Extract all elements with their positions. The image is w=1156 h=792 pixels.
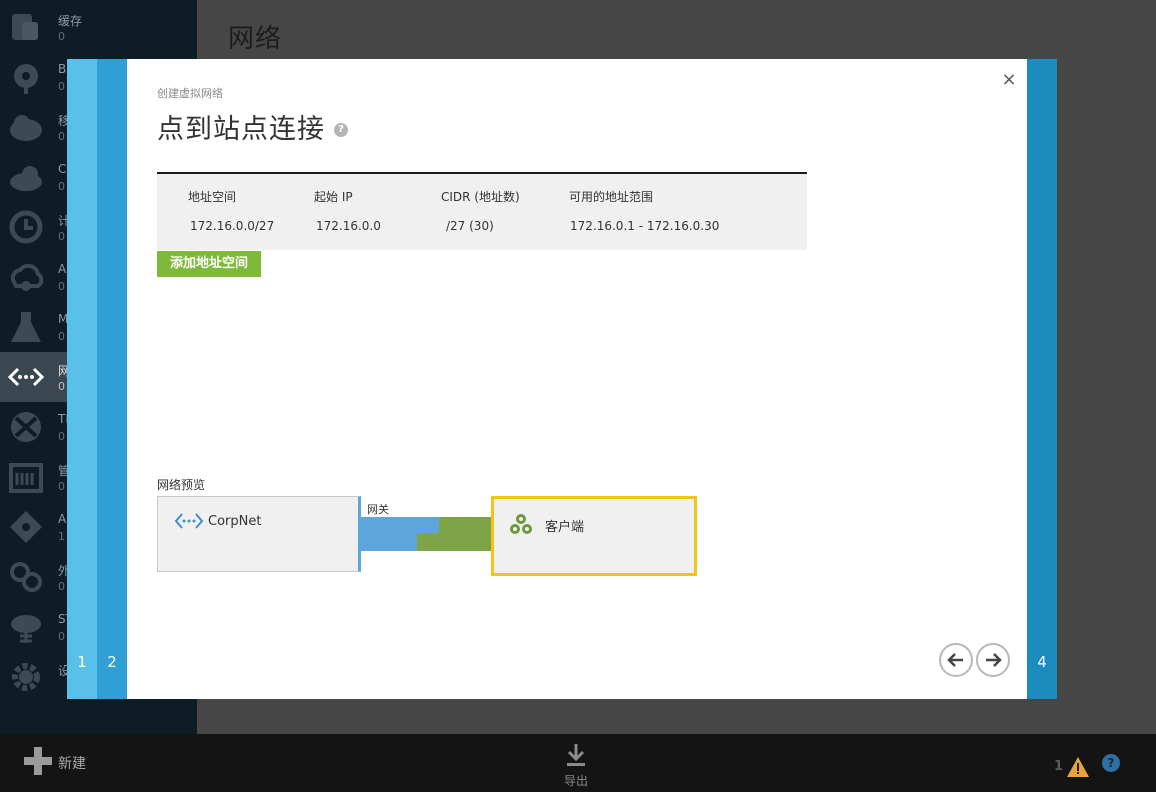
sidebar-item-count: 0 — [58, 430, 65, 443]
arrow-right-icon — [986, 653, 1002, 667]
step-number: 2 — [107, 653, 117, 671]
network-preview-label: 网络预览 — [157, 478, 206, 492]
sidebar-item-count: 0 — [58, 380, 65, 393]
network-preview-box: CorpNet — [157, 496, 361, 572]
sidebar-item-cache[interactable]: 缓存 0 — [0, 2, 197, 52]
network-icon — [8, 367, 44, 387]
help-button[interactable]: ? — [1102, 754, 1120, 772]
mobile-cloud-icon — [10, 115, 42, 141]
settings-icon — [12, 663, 40, 691]
address-space-value[interactable]: 172.16.0.0/27 — [190, 219, 274, 233]
network-name: CorpNet — [208, 514, 262, 529]
sidebar-item-count: 0 — [58, 330, 65, 343]
sidebar-item-count: 0 — [58, 230, 65, 243]
column-header-address-space: 地址空间 — [188, 190, 237, 204]
scheduler-icon — [9, 210, 43, 244]
column-header-start-ip: 起始 IP — [314, 190, 353, 204]
machine-learning-icon — [11, 312, 41, 342]
bi-icon — [14, 64, 38, 94]
arrow-left-icon — [947, 653, 963, 667]
sidebar-item-label: 缓存 — [58, 14, 83, 28]
wizard-title: 点到站点连接 — [157, 114, 325, 145]
sidebar-item-count: 0 — [58, 580, 65, 593]
sidebar-item-count: 0 — [58, 180, 65, 193]
client-preview-box: 客户端 — [491, 496, 697, 576]
cidr-value[interactable]: /27 (30) — [446, 219, 494, 233]
sidebar-item-count: 0 — [58, 130, 65, 143]
client-label: 客户端 — [545, 520, 585, 535]
sidebar-item-label: A — [58, 512, 67, 526]
step-number: 1 — [77, 653, 87, 671]
new-button-label: 新建 — [58, 756, 86, 772]
alert-count: 1 — [1054, 759, 1064, 774]
page-title: 网络 — [228, 24, 283, 54]
client-icon — [510, 514, 532, 534]
wizard-step-1[interactable]: 1 — [67, 59, 97, 699]
wizard-subtitle: 创建虚拟网络 — [157, 87, 223, 100]
address-space-table: 地址空间 起始 IP CIDR (地址数) 可用的地址范围 172.16.0.0… — [157, 172, 807, 250]
export-button-label: 导出 — [563, 774, 588, 788]
export-button[interactable]: 导出 — [556, 740, 596, 788]
sidebar-item-count: 0 — [58, 80, 65, 93]
wizard-step-2[interactable]: 2 — [97, 59, 127, 699]
api-cloud-icon — [10, 263, 44, 291]
gateway-connector — [361, 517, 491, 551]
download-icon — [567, 744, 585, 766]
management-icon — [9, 463, 43, 493]
command-bar: 新建 导出 1 ? — [0, 734, 1156, 792]
cloud-services-icon — [10, 166, 42, 191]
help-icon[interactable]: ? — [334, 123, 348, 137]
add-address-space-button[interactable]: 添加地址空间 — [157, 251, 261, 277]
storsimple-icon — [11, 615, 41, 643]
new-button[interactable]: 新建 — [24, 744, 134, 780]
column-header-cidr: CIDR (地址数) — [441, 190, 520, 204]
column-header-usable-range: 可用的地址范围 — [569, 190, 654, 204]
start-ip-value[interactable]: 172.16.0.0 — [316, 219, 381, 233]
warning-icon — [1067, 757, 1089, 777]
cache-icon — [12, 14, 38, 40]
sidebar-item-count: 0 — [58, 280, 65, 293]
traffic-manager-icon — [11, 412, 41, 442]
sidebar-item-count: 0 — [58, 630, 65, 643]
wizard-step-4[interactable]: 4 — [1027, 59, 1057, 699]
active-directory-icon — [10, 511, 42, 543]
wizard-dialog: × 创建虚拟网络 点到站点连接 ? 地址空间 起始 IP CIDR (地址数) … — [127, 59, 1027, 699]
gateway-label: 网关 — [367, 503, 389, 516]
step-number: 4 — [1037, 653, 1047, 671]
sidebar-item-count: 0 — [58, 480, 65, 493]
sidebar-item-count: 0 — [58, 30, 65, 43]
close-button[interactable]: × — [1001, 69, 1017, 90]
marketplace-icon — [10, 562, 42, 592]
plus-icon — [24, 747, 52, 775]
next-button[interactable] — [976, 643, 1010, 677]
usable-range-value: 172.16.0.1 - 172.16.0.30 — [570, 219, 720, 233]
previous-button[interactable] — [939, 643, 973, 677]
virtual-network-icon — [174, 513, 204, 529]
sidebar-item-count: 1 — [58, 530, 65, 543]
alerts-indicator[interactable]: 1 — [1054, 756, 1094, 780]
